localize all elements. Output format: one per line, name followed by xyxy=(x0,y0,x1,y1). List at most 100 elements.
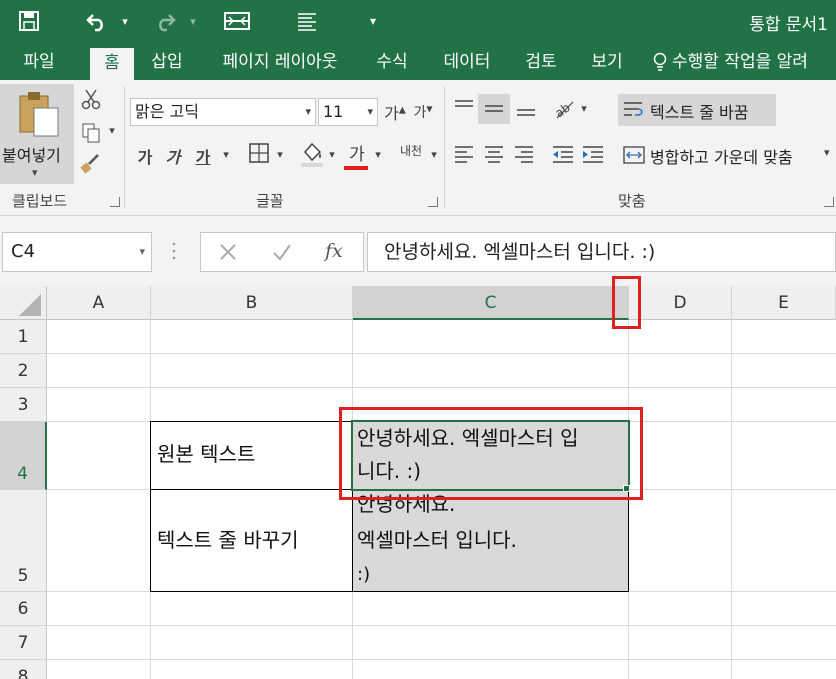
font-color-bar xyxy=(344,166,368,170)
borders-icon[interactable] xyxy=(246,142,272,168)
name-box[interactable]: C4 ▾ xyxy=(2,232,152,272)
name-box-value: C4 xyxy=(11,241,36,262)
chevron-down-icon: ▾ xyxy=(367,105,373,118)
align-bottom-icon[interactable] xyxy=(514,98,538,122)
tab-insert[interactable]: 삽입 xyxy=(144,44,190,80)
cell-b4[interactable]: 원본 텍스트 xyxy=(150,421,353,490)
redo-dropdown-icon[interactable]: ▾ xyxy=(186,8,200,34)
highlight-box-column-border xyxy=(612,276,641,329)
tell-me-label: 수행할 작업을 알려 xyxy=(672,52,808,72)
cut-icon[interactable] xyxy=(80,88,102,114)
font-name-select[interactable]: 맑은 고딕 ▾ xyxy=(130,98,316,126)
group-separator xyxy=(124,86,125,208)
row-header-6[interactable]: 6 xyxy=(0,592,47,626)
lightbulb-icon xyxy=(652,44,672,80)
tab-page-layout[interactable]: 페이지 레이아웃 xyxy=(208,44,352,80)
phonetic-button[interactable]: 내천 xyxy=(396,142,426,159)
shrink-font-button[interactable]: 가▼ xyxy=(412,102,434,122)
wrap-text-label: 텍스트 줄 바꿈 xyxy=(650,103,749,122)
alignment-launcher-icon[interactable] xyxy=(824,197,834,207)
column-header-d[interactable]: D xyxy=(629,286,732,320)
row-header-3[interactable]: 3 xyxy=(0,388,47,422)
cancel-icon[interactable] xyxy=(217,241,239,267)
tab-view[interactable]: 보기 xyxy=(582,44,632,80)
save-icon[interactable] xyxy=(14,8,44,34)
row-header-4[interactable]: 4 xyxy=(0,422,47,490)
row-header-8[interactable]: 8 xyxy=(0,660,47,679)
increase-indent-icon[interactable] xyxy=(580,144,606,170)
decrease-indent-icon[interactable] xyxy=(550,144,576,170)
column-header-a[interactable]: A xyxy=(47,286,151,320)
align-text-icon[interactable] xyxy=(292,8,322,34)
bold-button[interactable]: 가 xyxy=(136,144,154,168)
chevron-down-icon: ▾ xyxy=(32,166,38,179)
customize-toolbar-icon[interactable]: ▾ xyxy=(366,8,380,34)
cell-b5[interactable]: 텍스트 줄 바꾸기 xyxy=(150,489,353,592)
grow-font-button[interactable]: 가▲ xyxy=(384,100,406,124)
align-middle-icon[interactable] xyxy=(478,94,510,124)
column-header-b[interactable]: B xyxy=(151,286,353,320)
select-all-button[interactable] xyxy=(0,286,47,320)
paste-button[interactable]: 붙여넣기 ▾ xyxy=(0,84,74,184)
align-left-icon[interactable] xyxy=(452,144,476,170)
align-top-icon[interactable] xyxy=(452,98,476,122)
ribbon-tabs: 파일 홈 삽입 페이지 레이아웃 수식 데이터 검토 보기 수행할 작업을 알려 xyxy=(0,44,836,80)
format-painter-icon[interactable] xyxy=(80,152,102,178)
cell-c5-line2: 엑셀마스터 입니다. xyxy=(357,528,517,552)
merge-center-icon xyxy=(622,144,646,170)
chevron-down-icon: ▾ xyxy=(305,105,311,118)
font-launcher-icon[interactable] xyxy=(428,197,438,207)
tab-home[interactable]: 홈 xyxy=(90,48,134,80)
formula-bar: C4 ▾ fx 안녕하세요. 엑셀마스터 입니다. :) xyxy=(0,216,836,288)
phonetic-dropdown-icon[interactable]: ▾ xyxy=(428,148,440,161)
font-size-select[interactable]: 11 ▾ xyxy=(318,98,378,126)
borders-dropdown-icon[interactable]: ▾ xyxy=(274,148,286,161)
column-header-e[interactable]: E xyxy=(732,286,836,320)
underline-dropdown-icon[interactable]: ▾ xyxy=(220,148,232,161)
form-icon[interactable] xyxy=(222,8,252,34)
orientation-dropdown-icon[interactable]: ▾ xyxy=(578,102,590,115)
fill-color-icon[interactable] xyxy=(298,140,326,172)
gridline xyxy=(47,387,836,388)
font-color-button[interactable]: 가 xyxy=(344,140,370,170)
font-color-dropdown-icon[interactable]: ▾ xyxy=(372,148,384,161)
formula-bar-grip-icon xyxy=(172,240,176,262)
redo-icon[interactable] xyxy=(150,8,180,34)
row-header-7[interactable]: 7 xyxy=(0,626,47,660)
merge-center-button[interactable]: 병합하고 가운데 맞춤 ▾ xyxy=(620,140,836,170)
insert-function-button[interactable]: fx xyxy=(325,240,343,262)
fill-color-dropdown-icon[interactable]: ▾ xyxy=(326,148,338,161)
align-right-icon[interactable] xyxy=(512,144,536,170)
orientation-icon[interactable]: ab xyxy=(552,98,578,124)
column-header-c[interactable]: C xyxy=(353,286,629,320)
italic-button[interactable]: 가 xyxy=(164,144,182,168)
gridline xyxy=(47,353,836,354)
copy-icon[interactable] xyxy=(80,122,102,148)
align-center-icon[interactable] xyxy=(482,144,506,170)
gridline xyxy=(47,625,836,626)
highlight-box-cell xyxy=(339,407,643,500)
underline-button[interactable]: 가 xyxy=(194,144,212,168)
row-header-2[interactable]: 2 xyxy=(0,354,47,388)
wrap-text-button[interactable]: 텍스트 줄 바꿈 xyxy=(618,94,776,126)
copy-dropdown-icon[interactable]: ▾ xyxy=(106,124,118,137)
chevron-down-icon: ▾ xyxy=(139,245,145,258)
tab-review[interactable]: 검토 xyxy=(516,44,566,80)
cell-c5[interactable]: 안녕하세요. 엑셀마스터 입니다. :) xyxy=(352,489,629,592)
clipboard-launcher-icon[interactable] xyxy=(110,197,120,207)
tab-data[interactable]: 데이터 xyxy=(434,44,500,80)
group-separator xyxy=(444,86,445,208)
row-header-1[interactable]: 1 xyxy=(0,320,47,354)
enter-icon[interactable] xyxy=(271,241,293,267)
font-group-label: 글꼴 xyxy=(256,192,284,210)
tell-me-search[interactable]: 수행할 작업을 알려 xyxy=(652,44,836,80)
undo-icon[interactable] xyxy=(82,8,112,34)
formula-input[interactable]: 안녕하세요. 엑셀마스터 입니다. :) xyxy=(367,232,836,272)
tab-formulas[interactable]: 수식 xyxy=(368,44,416,80)
row-header-5[interactable]: 5 xyxy=(0,490,47,592)
gridline xyxy=(47,659,836,660)
chevron-down-icon: ▾ xyxy=(824,146,830,159)
spreadsheet-grid[interactable]: A B C D E 1 2 3 4 5 6 7 8 원본 텍스트 안녕하세요. … xyxy=(0,276,836,679)
tab-file[interactable]: 파일 xyxy=(8,44,70,80)
undo-dropdown-icon[interactable]: ▾ xyxy=(118,8,132,34)
